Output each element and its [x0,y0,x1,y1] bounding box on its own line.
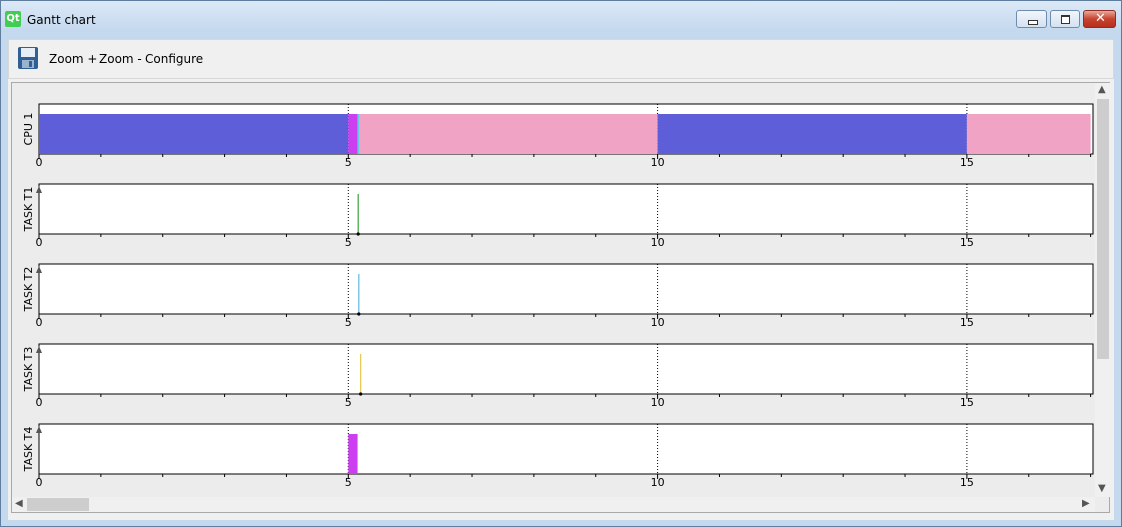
tick-label: 0 [36,316,43,329]
task-event-dot [359,392,363,396]
gantt-segment[interactable] [348,114,358,154]
toolbar: Zoom + Zoom - Configure [8,39,1114,79]
configure-button[interactable]: Configure [145,52,203,66]
tick-label: 0 [36,236,43,249]
gantt-segment[interactable] [359,114,658,154]
scroll-up-icon[interactable]: ▲ [1098,84,1106,96]
scroll-down-icon[interactable]: ▼ [1098,483,1106,495]
tick-label: 15 [960,156,974,169]
tick-label: 5 [345,396,352,409]
maximize-button[interactable] [1050,10,1080,28]
minimize-icon [1028,20,1038,25]
row-panel [38,423,1094,475]
window-title: Gantt chart [27,13,96,27]
row-panel [38,183,1094,235]
tick-label: 5 [345,476,352,489]
row-label: TASK T2 [22,267,35,313]
tick-label: 10 [651,476,665,489]
tick-label: 10 [651,396,665,409]
horizontal-scrollbar[interactable]: ◀ ▶ [12,497,1095,512]
vertical-scrollbar[interactable]: ▲ ▼ [1095,83,1110,497]
tick-label: 5 [345,156,352,169]
task-event-dot [356,232,360,236]
horizontal-scroll-thumb[interactable] [27,498,89,511]
gantt-segment[interactable] [966,114,1091,154]
gantt-chart: CPU 10 5 10 15TASK T10 5 10 15TASK T20 5 10 15TAS… [22,103,1094,489]
tick-label: 15 [960,316,974,329]
tick-label: 10 [651,316,665,329]
close-icon: ✕ [1095,11,1106,26]
gantt-scroll-area: CPU 1 0 5 10 15 TASK T1 0 5 10 15 TASK T2 0 5 10 15 TAS… [11,82,1110,513]
zoom-out-button[interactable]: Zoom - [99,52,142,66]
scroll-right-icon[interactable]: ▶ [1082,498,1090,510]
main-area: Zoom + Zoom - Configure CPU 1 0 5 10 15 TASK … [8,39,1114,520]
row-label: TASK T3 [22,347,35,393]
row-label: TASK T1 [22,187,35,233]
vertical-scroll-thumb[interactable] [1097,99,1109,359]
tick-label: 10 [651,156,665,169]
maximize-icon [1061,15,1070,24]
qt-app-icon: Qt [5,11,21,27]
minimize-button[interactable] [1016,10,1047,28]
gantt-segment[interactable] [39,114,349,154]
tick-label: 5 [345,316,352,329]
close-button[interactable]: ✕ [1083,10,1116,28]
tick-label: 0 [36,396,43,409]
tick-label: 15 [960,476,974,489]
tick-label: 0 [36,476,43,489]
row-label: TASK T4 [22,427,35,473]
row-panel [38,263,1094,315]
gantt-window: Qt Gantt chart ✕ Zoom + Zoom - Configure… [0,0,1122,527]
title-bar: Qt Gantt chart ✕ [1,1,1121,39]
gantt-segment[interactable] [657,114,967,154]
task-event-dot [357,312,361,316]
tick-label: 15 [960,236,974,249]
gantt-segment[interactable] [357,114,360,154]
save-icon[interactable] [17,46,39,70]
gantt-segment[interactable] [348,434,358,474]
tick-label: 0 [36,156,43,169]
zoom-in-button[interactable]: Zoom + [49,52,97,66]
tick-label: 15 [960,396,974,409]
tick-label: 5 [345,236,352,249]
tick-label: 10 [651,236,665,249]
row-label: CPU 1 [22,113,35,146]
row-panel [38,343,1094,395]
scroll-left-icon[interactable]: ◀ [15,498,23,510]
